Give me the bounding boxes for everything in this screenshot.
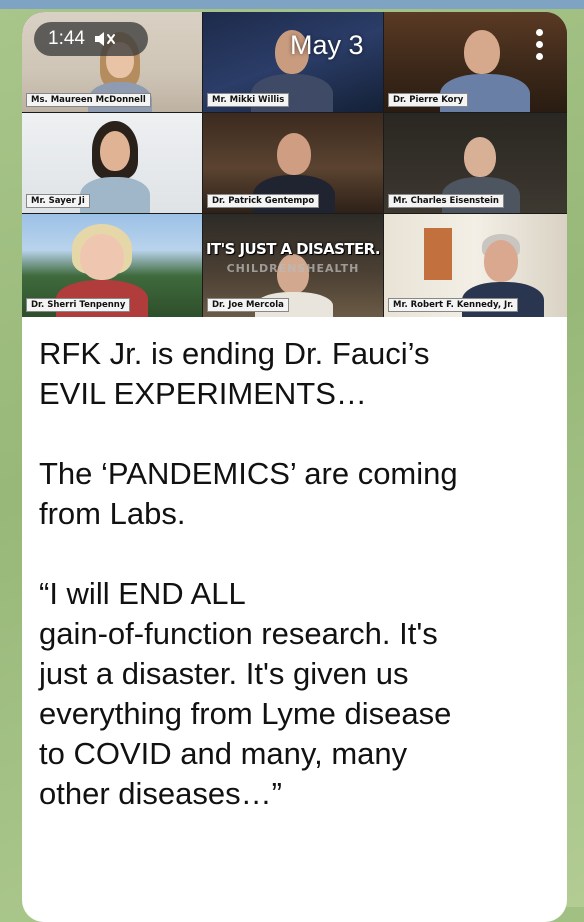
participant-name: Mr. Robert F. Kennedy, Jr. <box>388 298 519 312</box>
top-strip <box>0 0 584 9</box>
message-text: RFK Jr. is ending Dr. Fauci’s EVIL EXPER… <box>39 336 458 811</box>
participant-name: Ms. Maureen McDonnell <box>26 93 151 107</box>
video-time: 1:44 <box>48 28 85 49</box>
participant-name: Mr. Mikki Willis <box>207 93 290 107</box>
participant-name: Mr. Sayer Ji <box>26 194 90 208</box>
video-date-label: May 3 <box>290 30 364 60</box>
participant-name: Dr. Sherri Tenpenny <box>26 298 131 312</box>
participant-tile: Dr. Patrick Gentempo <box>203 113 383 213</box>
wall-painting <box>424 228 452 280</box>
participant-name: Dr. Patrick Gentempo <box>207 194 320 208</box>
message-bubble: Ms. Maureen McDonnell Mr. Mikki Willis D… <box>22 12 567 922</box>
participant-tile: IT'S JUST A DISASTER. CHILDRENSHEALTH Dr… <box>203 214 383 317</box>
participant-name: Mr. Charles Eisenstein <box>388 194 504 208</box>
participant-tile: Mr. Charles Eisenstein <box>384 113 567 213</box>
participant-tile: Dr. Sherri Tenpenny <box>22 214 202 317</box>
participant-tile: Mr. Mikki Willis <box>203 12 383 112</box>
more-menu-icon[interactable] <box>530 26 548 62</box>
video-player[interactable]: Ms. Maureen McDonnell Mr. Mikki Willis D… <box>22 12 567 317</box>
video-time-pill[interactable]: 1:44 <box>34 22 148 56</box>
participant-name: Dr. Joe Mercola <box>207 298 289 312</box>
mute-icon[interactable] <box>93 29 117 49</box>
participant-tile-active: Mr. Robert F. Kennedy, Jr. <box>384 214 567 317</box>
participant-name: Dr. Pierre Kory <box>388 93 469 107</box>
video-watermark: CHILDRENSHEALTH <box>226 262 360 275</box>
participant-tile: Mr. Sayer Ji <box>22 113 202 213</box>
video-caption: IT'S JUST A DISASTER. <box>206 240 381 258</box>
